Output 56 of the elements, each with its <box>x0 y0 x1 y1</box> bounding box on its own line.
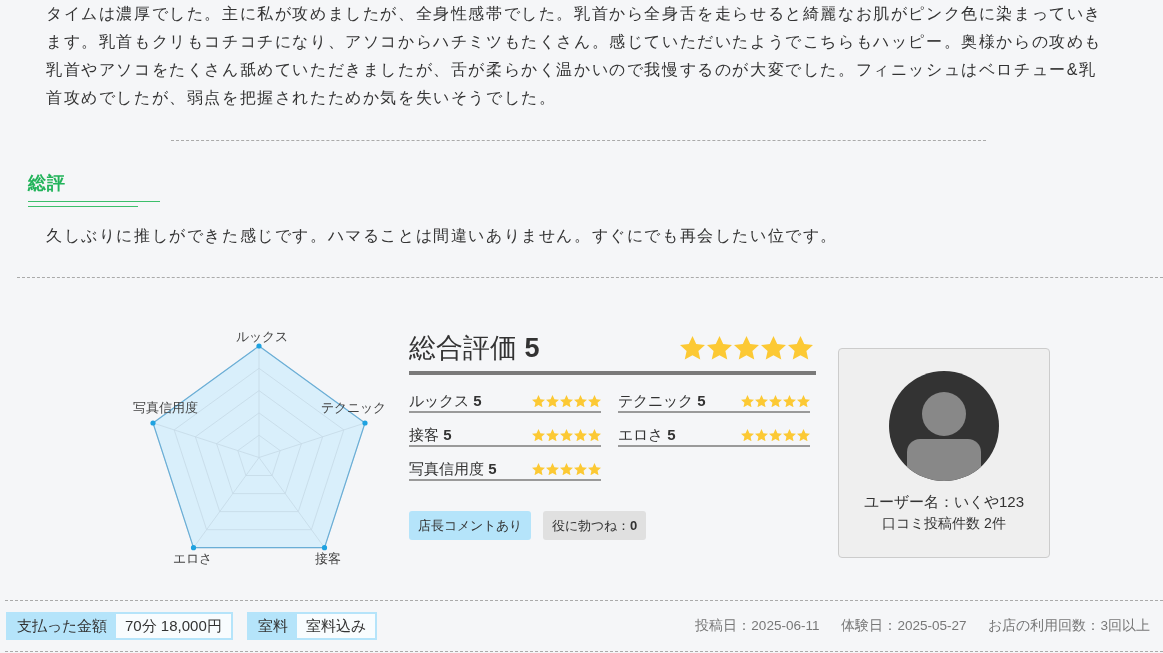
post-count-text: 口コミ投稿件数 2件 <box>882 514 1006 533</box>
avatar-icon <box>889 371 999 481</box>
star-icon <box>797 428 810 442</box>
info-value: 室料込み <box>296 614 375 638</box>
star-icon <box>741 394 754 408</box>
star-icon <box>741 428 754 442</box>
star-icon <box>574 462 587 476</box>
star-icon <box>588 428 601 442</box>
star-icon <box>532 428 545 442</box>
meta-text: 体験日：2025-05-27 <box>841 617 967 635</box>
star-icon <box>560 428 573 442</box>
info-label: 室料 <box>248 614 297 638</box>
summary-text: 久しぶりに推しができた感じです。ハマることは間違いありません。すぐにでも再会したい位です。 <box>45 226 839 246</box>
star-icon <box>761 336 786 360</box>
meta-text: お店の利用回数：3回以上 <box>988 617 1150 635</box>
star-icon <box>769 394 782 408</box>
rating-label: テクニック 5 <box>618 391 706 411</box>
username-text: ユーザー名：いくや123 <box>864 492 1024 512</box>
star-icon <box>707 336 732 360</box>
axis-label: 接客 <box>314 551 341 567</box>
axis-label: ルックス <box>236 328 288 344</box>
rating-label: エロさ 5 <box>618 425 676 445</box>
axis-label: テクニック <box>320 399 386 415</box>
star-icon <box>532 394 545 408</box>
rating-label: 写真信用度 5 <box>409 459 497 479</box>
review-text: タイムは濃厚でした。主に私が攻めましたが、全身性感帯でした。乳首から全身舌を走らせると綺麗なお肌がピンク色に染まっていきます。乳首もクリもコチコチになり、アソコからハチミツもたくさん。感じていただいたようでこちらもハッピー。奥様からの攻めも乳首やアソコをたくさん舐めていただきましたが、舌が柔らかく温かいので我慢するのが大変でした。フィニッシュはベロチュー&乳首攻めでしたが、弱点を把握されたためか気を失いそうでした。 <box>45 4 1103 108</box>
rating-label: 接客 5 <box>409 425 452 445</box>
star-icon <box>588 462 601 476</box>
star-icon <box>680 336 705 360</box>
star-icon <box>769 428 782 442</box>
star-icon <box>546 428 559 442</box>
star-icon <box>797 394 810 408</box>
info-label: 支払った金額 <box>8 614 116 638</box>
star-icon <box>574 394 587 408</box>
star-icon <box>755 394 768 408</box>
star-icon <box>788 336 813 360</box>
rating-label: ルックス 5 <box>409 391 482 411</box>
star-icon <box>783 428 796 442</box>
helpful-button[interactable]: 役に勃つね：0 <box>543 511 647 540</box>
star-icon <box>734 336 759 360</box>
overall-rating: 総合評価 5 <box>409 332 540 365</box>
axis-label: エロさ <box>173 551 212 567</box>
star-icon <box>588 394 601 408</box>
star-icon <box>546 462 559 476</box>
star-icon <box>532 462 545 476</box>
comment-badge: 店長コメントあり <box>409 511 531 540</box>
info-value: 70分 18,000円 <box>116 614 231 638</box>
star-icon <box>560 462 573 476</box>
star-icon <box>546 394 559 408</box>
star-icon <box>755 428 768 442</box>
star-icon <box>560 394 573 408</box>
axis-label: 写真信用度 <box>132 399 198 415</box>
meta-text: 投稿日：2025-06-11 <box>695 617 820 635</box>
star-icon <box>783 394 796 408</box>
star-icon <box>574 428 587 442</box>
section-heading: 総評 <box>28 172 66 195</box>
